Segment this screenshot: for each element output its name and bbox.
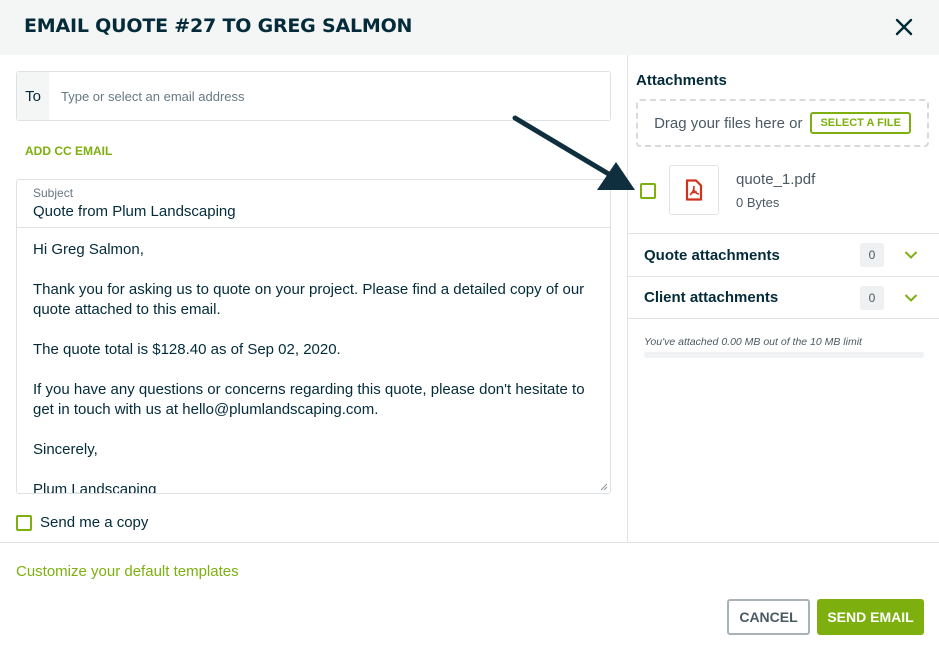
attachment-file-item: quote_1.pdf 0 Bytes [640, 165, 930, 217]
close-icon [895, 18, 913, 36]
attachment-checkbox[interactable] [640, 183, 656, 199]
to-field: To [16, 71, 611, 121]
add-cc-email-link[interactable]: ADD CC EMAIL [25, 144, 112, 158]
cancel-button[interactable]: CANCEL [727, 599, 810, 635]
file-name: quote_1.pdf [736, 171, 816, 188]
close-button[interactable] [893, 16, 915, 38]
client-attachments-label: Client attachments [644, 289, 779, 306]
customize-templates-link[interactable]: Customize your default templates [16, 563, 239, 580]
subject-input[interactable]: Quote from Plum Landscaping [33, 203, 236, 220]
chevron-down-icon[interactable] [904, 250, 918, 260]
send-me-copy-checkbox[interactable] [16, 514, 32, 531]
attachment-limit-bar [644, 352, 924, 358]
to-label: To [17, 72, 49, 120]
quote-attachments-section[interactable]: Quote attachments 0 [628, 233, 939, 276]
compose-panel: To ADD CC EMAIL Subject Quote from Plum … [0, 55, 627, 542]
quote-attachments-label: Quote attachments [644, 246, 780, 264]
file-size: 0 Bytes [736, 195, 780, 210]
subject-label: Subject [33, 186, 74, 200]
subject-field[interactable]: Subject Quote from Plum Landscaping [16, 179, 611, 227]
attachments-title: Attachments [636, 72, 727, 89]
quote-attachments-count: 0 [860, 243, 884, 267]
send-me-copy-label: Send me a copy [40, 514, 149, 531]
select-file-button[interactable]: SELECT A FILE [810, 112, 911, 134]
client-attachments-section[interactable]: Client attachments 0 [628, 276, 939, 319]
modal-title: EMAIL QUOTE #27 TO GREG SALMON [24, 15, 413, 37]
message-body-textarea[interactable]: Hi Greg Salmon, Thank you for asking us … [16, 227, 611, 494]
attachments-panel: Attachments Drag your files here or SELE… [628, 55, 939, 542]
file-thumbnail [669, 165, 719, 215]
file-dropzone[interactable]: Drag your files here or SELECT A FILE [636, 99, 929, 147]
pdf-icon [685, 179, 703, 201]
send-email-button[interactable]: SEND EMAIL [817, 599, 924, 635]
message-body-text[interactable]: Hi Greg Salmon, Thank you for asking us … [17, 228, 610, 493]
client-attachments-count: 0 [860, 285, 884, 310]
dropzone-text: Drag your files here or [654, 114, 803, 132]
send-me-copy-checkbox-row[interactable]: Send me a copy [16, 514, 148, 531]
footer-divider [0, 542, 939, 543]
to-input[interactable] [49, 72, 610, 120]
modal-header: EMAIL QUOTE #27 TO GREG SALMON [0, 0, 939, 55]
chevron-down-icon[interactable] [904, 293, 918, 303]
resize-handle-icon[interactable] [600, 483, 608, 491]
attachment-limit-text: You've attached 0.00 MB out of the 10 MB… [644, 336, 862, 348]
